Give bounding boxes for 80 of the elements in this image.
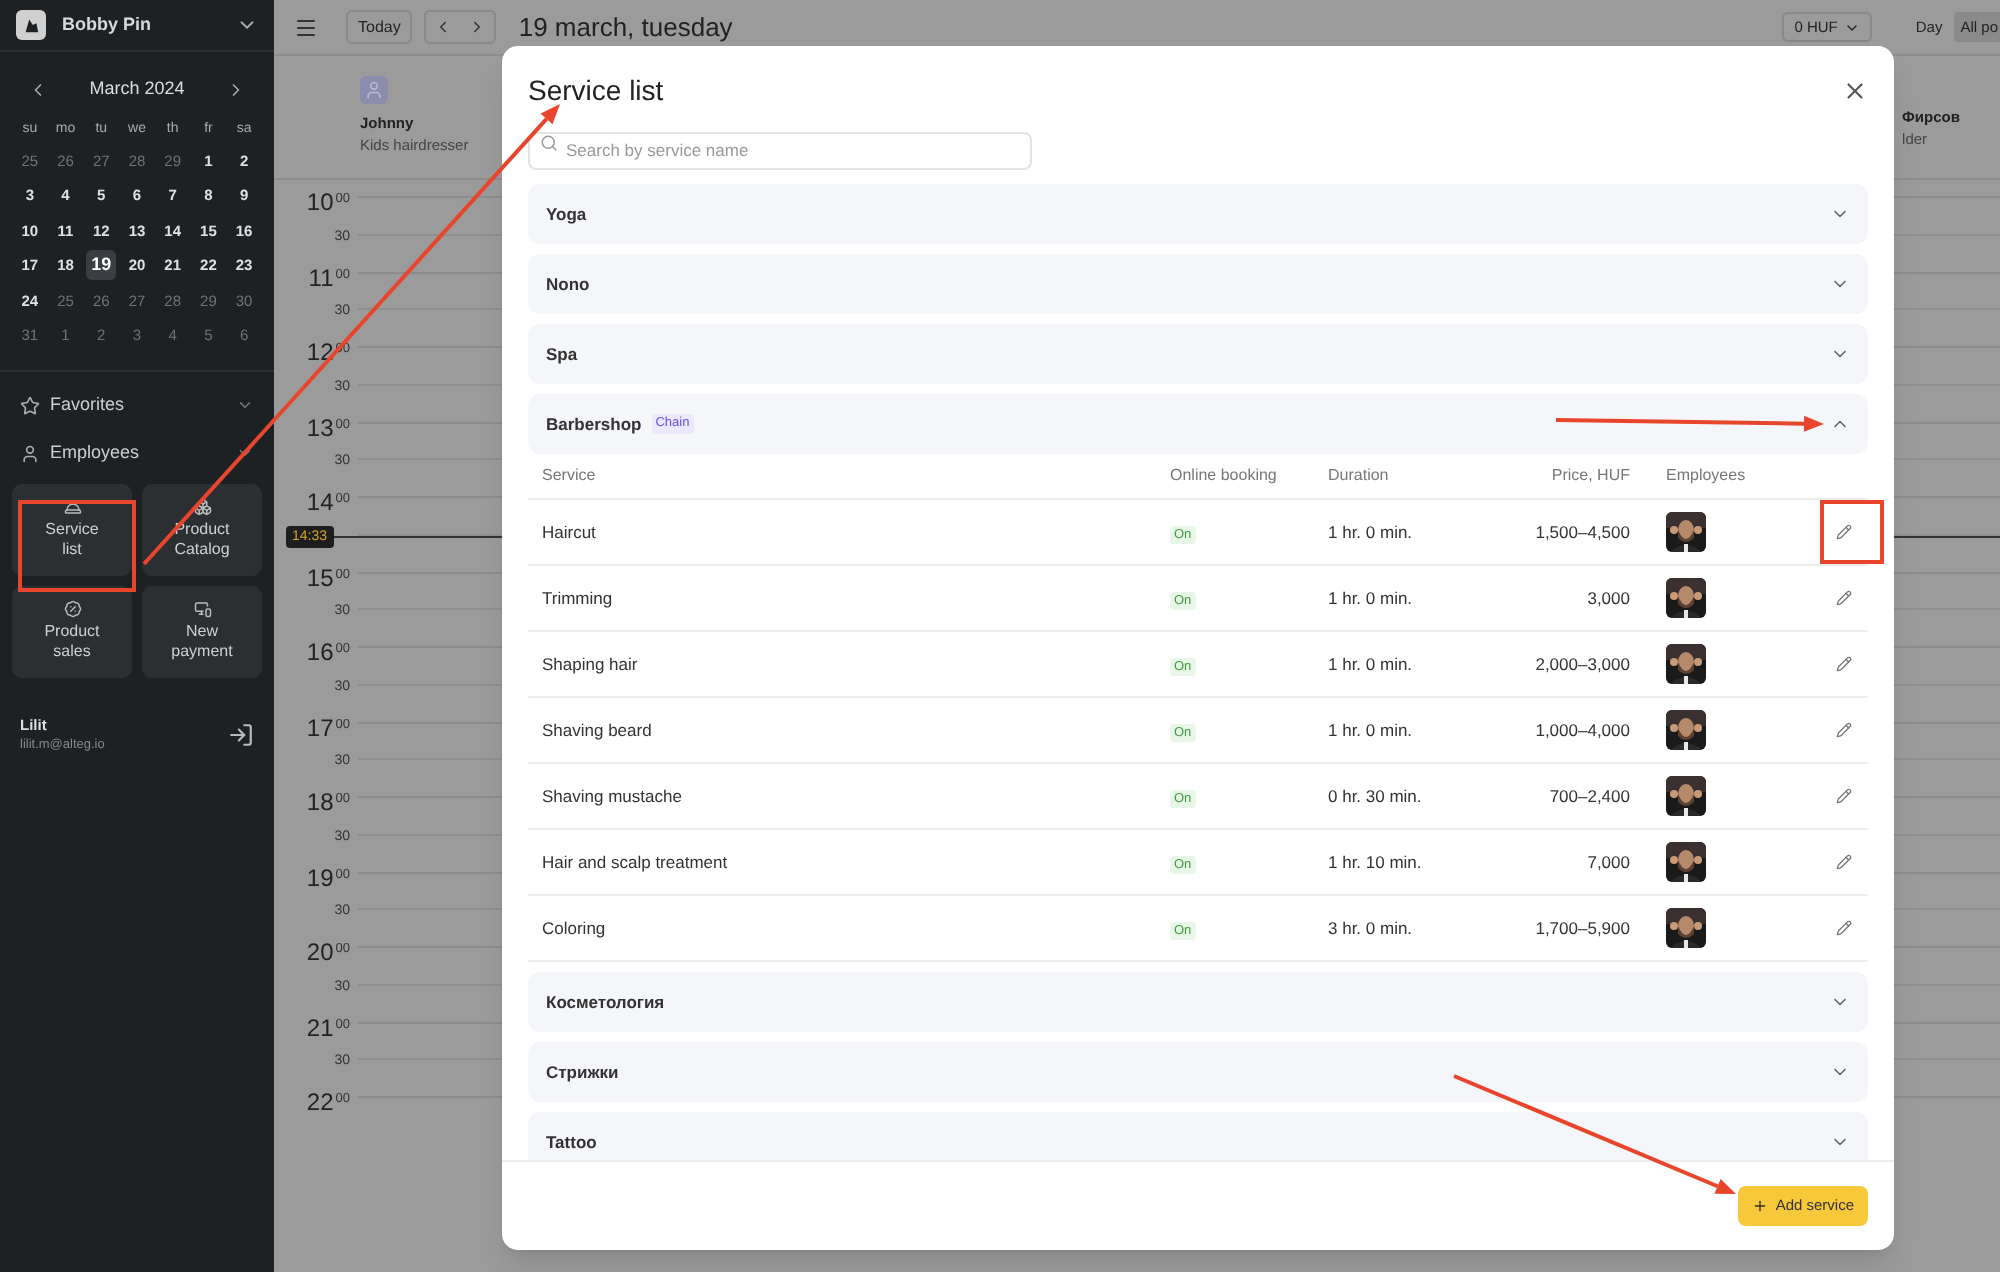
duration-cell-text: 1 hr. 0 min. <box>1326 651 1415 677</box>
shortcut-tile[interactable]: Product sales <box>12 585 132 677</box>
hour-label: 14 <box>306 490 334 514</box>
column-header: Service <box>542 464 598 488</box>
user-icon <box>20 443 40 463</box>
edit-icon[interactable] <box>1836 590 1852 606</box>
highlight-frame <box>1820 500 1884 564</box>
date-title: 19 march, tuesday <box>518 9 735 46</box>
column-header: Duration <box>1326 464 1391 488</box>
service-name: Shaving mustache <box>542 783 684 809</box>
tile-icon <box>63 600 81 618</box>
tile-icon <box>193 498 211 516</box>
logo-icon <box>16 10 46 40</box>
hour-label: 11 <box>308 265 334 289</box>
search-icon <box>540 134 558 152</box>
edit-icon[interactable] <box>1836 920 1852 936</box>
service-group-header[interactable]: Yoga <box>528 184 1868 244</box>
price-cell-text: 1,700–5,900 <box>1533 915 1630 941</box>
edit-icon[interactable] <box>1836 656 1852 672</box>
service-group-header[interactable]: Spa <box>528 324 1868 384</box>
column-header: Price, HUF <box>1549 464 1630 488</box>
price-cell-text: 7,000 <box>1585 849 1630 875</box>
edit-icon[interactable] <box>1836 788 1852 804</box>
chevron-icon <box>236 444 254 462</box>
shortcut-tile[interactable]: New payment <box>142 585 262 677</box>
edit-icon[interactable] <box>1836 854 1852 870</box>
duration-cell-text: 1 hr. 0 min. <box>1326 717 1415 743</box>
highlight-frame <box>18 500 136 592</box>
duration-cell-text: 1 hr. 0 min. <box>1326 585 1415 611</box>
hour-label: 10 <box>306 190 334 214</box>
column-header: Employees <box>1664 464 1748 488</box>
price-cell-text: 2,000–3,000 <box>1533 651 1630 677</box>
tile-icon <box>193 600 211 618</box>
price-cell-text: 700–2,400 <box>1547 783 1630 809</box>
service-name: Trimming <box>542 585 615 611</box>
month-title: March 2024 <box>89 76 185 102</box>
logout-icon[interactable] <box>228 721 254 747</box>
user-icon <box>360 76 388 104</box>
hour-label: 20 <box>306 940 334 964</box>
duration-cell-text: 0 hr. 30 min. <box>1326 783 1424 809</box>
price-cell-text: 3,000 <box>1585 585 1630 611</box>
price-cell-text: 1,500–4,500 <box>1533 519 1630 545</box>
edit-icon[interactable] <box>1836 524 1852 540</box>
hour-label: 22 <box>306 1090 334 1114</box>
hour-label: 15 <box>306 565 334 589</box>
hour-label: 17 <box>306 715 334 739</box>
service-name: Haircut <box>542 519 598 545</box>
chevron-icon <box>236 396 254 414</box>
duration-cell-text: 1 hr. 10 min. <box>1326 849 1424 875</box>
hour-label: 13 <box>306 415 334 439</box>
today-button[interactable]: Today <box>346 10 413 44</box>
plus-icon <box>1751 1198 1768 1214</box>
search-field[interactable]: Search by service name <box>528 131 1032 169</box>
edit-icon[interactable] <box>1836 722 1852 738</box>
service-name: Coloring <box>542 915 608 941</box>
hour-label: 16 <box>306 640 334 664</box>
column-header: Online booking <box>1170 464 1279 488</box>
duration-cell-text: 3 hr. 0 min. <box>1326 915 1415 941</box>
sidebar-section[interactable]: Employees <box>20 439 254 467</box>
duration-cell-text: 1 hr. 0 min. <box>1326 519 1415 545</box>
hour-label: 18 <box>306 790 334 814</box>
hour-label: 21 <box>306 1015 334 1039</box>
tile-icon <box>63 498 81 516</box>
close-icon[interactable] <box>1842 78 1868 104</box>
service-name: Shaping hair <box>542 651 640 677</box>
menu-icon[interactable] <box>294 15 318 39</box>
service-group-header[interactable]: Nono <box>528 254 1868 314</box>
account-name: Bobby Pin <box>62 11 153 38</box>
hour-label: 19 <box>306 865 334 889</box>
service-name: Shaving beard <box>542 717 654 743</box>
service-group-header[interactable]: Стрижки <box>528 1042 1868 1102</box>
shortcut-tile[interactable]: Service list <box>12 483 132 575</box>
price-cell-text: 1,000–4,000 <box>1533 717 1630 743</box>
service-name: Hair and scalp treatment <box>542 849 730 875</box>
sidebar-section[interactable]: Favorites <box>20 391 254 419</box>
service-group-header[interactable]: Косметология <box>528 972 1868 1032</box>
calendar-day[interactable]: 19 <box>86 250 117 281</box>
dialog-title: Service list <box>528 72 664 110</box>
service-group-header[interactable]: Tattoo <box>528 1112 1868 1160</box>
star-icon <box>20 395 40 415</box>
